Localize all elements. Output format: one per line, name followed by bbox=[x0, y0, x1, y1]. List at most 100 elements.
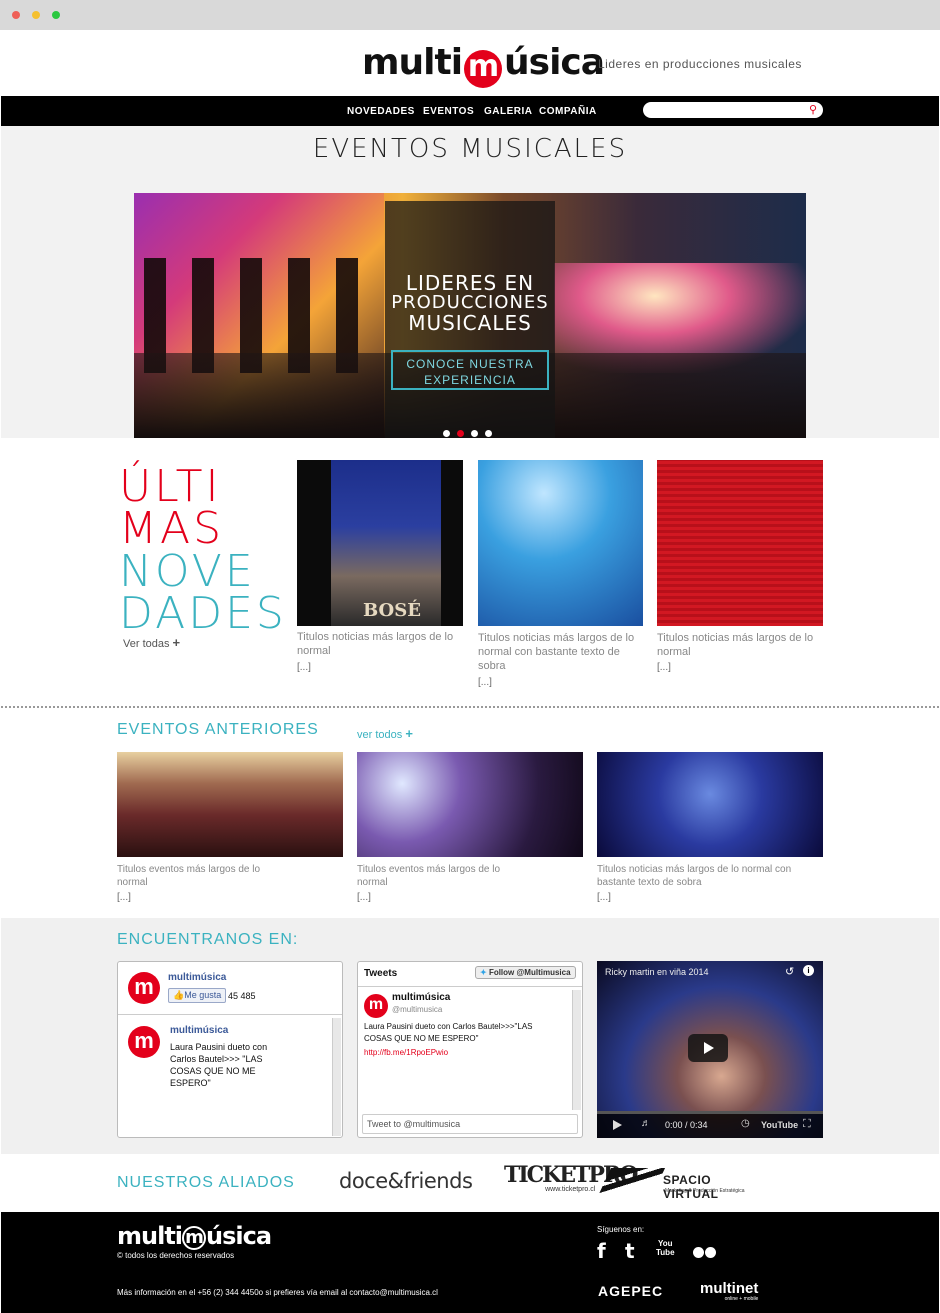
facebook-post-author[interactable]: multimúsica bbox=[170, 1025, 228, 1036]
multinet-name: multinet bbox=[700, 1280, 759, 1297]
follow-us-label: Síguenos en: bbox=[597, 1225, 645, 1234]
slide-dot-1[interactable] bbox=[443, 430, 450, 437]
facebook-like-label: Me gusta bbox=[184, 990, 222, 1000]
logo-text-right: úsica bbox=[504, 42, 605, 83]
spacio-virtual-tagline: Marketing & Producción Estratégica bbox=[665, 1188, 745, 1194]
minimize-window-icon[interactable] bbox=[32, 11, 40, 19]
event-more-1[interactable]: [...] bbox=[117, 892, 131, 903]
flickr-dot-1 bbox=[693, 1247, 704, 1258]
twitter-handle[interactable]: @multimusica bbox=[392, 1005, 442, 1014]
event-caption-2[interactable]: Titulos eventos más largos de lo normal bbox=[357, 863, 507, 889]
see-all-news-link[interactable]: Ver todas + bbox=[123, 635, 180, 650]
video-title[interactable]: Ricky martin en viña 2014 bbox=[605, 967, 709, 977]
news-more-2[interactable]: [...] bbox=[478, 677, 492, 688]
news-caption-2[interactable]: Titulos noticias más largos de lo normal… bbox=[478, 631, 638, 673]
twitter-bird-icon: ✦ bbox=[480, 968, 487, 977]
browser-chrome bbox=[0, 0, 940, 30]
news-heading-line-4: DADES bbox=[119, 588, 287, 639]
footer-logo[interactable]: multi m úsica bbox=[117, 1222, 272, 1250]
facebook-widget: m multimúsica 👍Me gusta 45 485 m multimú… bbox=[117, 961, 343, 1138]
banner-line-2: PRODUCCIONES bbox=[391, 292, 549, 313]
fullscreen-icon[interactable]: ⛶ bbox=[803, 1118, 811, 1131]
event-thumb-3[interactable] bbox=[597, 752, 823, 857]
flickr-icon[interactable] bbox=[693, 1247, 717, 1259]
news-thumb-2[interactable] bbox=[478, 460, 643, 626]
video-time: 0:00 / 0:34 bbox=[665, 1120, 708, 1130]
twitter-divider bbox=[358, 986, 582, 987]
spacio-virtual-name: SPACIO VIRTUAL bbox=[663, 1173, 719, 1201]
footer-logo-left: multi bbox=[117, 1222, 183, 1250]
search-input[interactable]: ⚲ bbox=[643, 102, 823, 118]
news-caption-3[interactable]: Titulos noticias más largos de lo normal bbox=[657, 631, 817, 659]
tagline: Lideres en producciones musicales bbox=[598, 57, 802, 71]
video-player[interactable]: Ricky martin en viña 2014 ↺ i ♬ 0:00 / 0… bbox=[597, 961, 823, 1138]
news-heading-ultimas: ÚLTI MAS bbox=[119, 461, 224, 551]
event-thumb-1[interactable] bbox=[117, 752, 343, 857]
tweet-compose-input[interactable]: Tweet to @multimusica bbox=[362, 1114, 578, 1134]
slide-dot-2[interactable] bbox=[457, 430, 464, 437]
facebook-like-button[interactable]: 👍Me gusta bbox=[168, 988, 227, 1003]
tweet-link[interactable]: http://fb.me/1RpoEPwio bbox=[364, 1048, 448, 1057]
volume-icon[interactable]: ♬ bbox=[641, 1118, 651, 1129]
see-all-events-label: ver todos bbox=[357, 729, 403, 741]
news-more-3[interactable]: [...] bbox=[657, 662, 671, 673]
youtube-logo[interactable]: YouTube bbox=[761, 1120, 798, 1130]
facebook-like-count: 45 485 bbox=[228, 991, 256, 1001]
past-events-title: EVENTOS ANTERIORES bbox=[117, 721, 319, 738]
twitter-follow-button[interactable]: ✦ Follow @Multimusica bbox=[475, 966, 576, 979]
twitter-widget: Tweets ✦ Follow @Multimusica m multimúsi… bbox=[357, 961, 583, 1138]
play-icon bbox=[704, 1042, 714, 1054]
slide-dot-3[interactable] bbox=[471, 430, 478, 437]
news-caption-1[interactable]: Titulos noticias más largos de lo normal bbox=[297, 630, 457, 658]
event-caption-1[interactable]: Titulos eventos más largos de lo normal bbox=[117, 863, 267, 889]
news-thumb-3[interactable] bbox=[657, 460, 823, 626]
play-control-icon[interactable] bbox=[613, 1120, 622, 1130]
event-more-3[interactable]: [...] bbox=[597, 892, 611, 903]
search-icon[interactable]: ⚲ bbox=[809, 103, 817, 116]
partner-spacio-virtual[interactable]: SPACIO VIRTUAL Marketing & Producción Es… bbox=[598, 1166, 765, 1201]
see-all-news-label: Ver todas bbox=[123, 638, 170, 650]
like-thumb-icon: 👍 bbox=[173, 990, 185, 1000]
nav-item-galeria[interactable]: GALERIA bbox=[484, 106, 533, 117]
site-logo[interactable]: multi m úsica bbox=[362, 42, 605, 88]
news-thumb-1[interactable]: BOSÉ bbox=[297, 460, 463, 626]
nav-item-compania[interactable]: COMPAÑIA bbox=[539, 106, 597, 117]
event-more-2[interactable]: [...] bbox=[357, 892, 371, 903]
facebook-page-name[interactable]: multimúsica bbox=[168, 972, 226, 983]
twitter-scrollbar[interactable] bbox=[572, 990, 581, 1110]
twitter-icon[interactable]: t bbox=[625, 1239, 635, 1263]
facebook-avatar: m bbox=[128, 972, 160, 1004]
nav-item-novedades[interactable]: NOVEDADES bbox=[347, 106, 415, 117]
event-thumb-2[interactable] bbox=[357, 752, 583, 857]
nav-item-eventos[interactable]: EVENTOS bbox=[423, 106, 474, 117]
hero-banner[interactable]: LIDERES EN PRODUCCIONES MUSICALES CONOCE… bbox=[134, 193, 806, 438]
news-more-1[interactable]: [...] bbox=[297, 662, 311, 673]
twitter-author[interactable]: multimúsica bbox=[392, 992, 450, 1003]
news-heading-novedades: NOVE DADES bbox=[119, 550, 287, 639]
info-icon[interactable]: i bbox=[803, 965, 814, 976]
page: multi m úsica Lideres en producciones musi… bbox=[1, 30, 939, 1313]
youtube-icon[interactable]: You Tube bbox=[656, 1239, 675, 1257]
multinet-logo[interactable]: multinet online + mobile bbox=[700, 1281, 758, 1302]
maximize-window-icon[interactable] bbox=[52, 11, 60, 19]
facebook-divider bbox=[118, 1014, 342, 1015]
cta-button[interactable]: CONOCE NUESTRA EXPERIENCIA bbox=[391, 350, 549, 390]
partner-doce-friends[interactable]: doce&friends bbox=[339, 1169, 473, 1193]
slide-dot-4[interactable] bbox=[485, 430, 492, 437]
news-heading-line-1: ÚLTI bbox=[119, 461, 222, 512]
clock-icon[interactable]: ◷ bbox=[741, 1118, 750, 1129]
twitter-follow-label: Follow @Multimusica bbox=[488, 968, 571, 977]
event-caption-3[interactable]: Titulos noticias más largos de lo normal… bbox=[597, 863, 807, 889]
flickr-dot-2 bbox=[705, 1247, 716, 1258]
facebook-icon[interactable]: f bbox=[597, 1239, 606, 1263]
banner-overlay: LIDERES EN PRODUCCIONES MUSICALES CONOCE… bbox=[385, 201, 555, 438]
share-icon[interactable]: ↺ bbox=[785, 965, 794, 978]
play-button[interactable] bbox=[688, 1034, 728, 1062]
footer: multi m úsica © todos los derechos reserva… bbox=[1, 1212, 939, 1313]
facebook-scrollbar[interactable] bbox=[332, 1018, 341, 1136]
copyright: © todos los derechos reservados bbox=[117, 1251, 235, 1260]
close-window-icon[interactable] bbox=[12, 11, 20, 19]
agepec-logo[interactable]: AGEPEC bbox=[598, 1283, 663, 1299]
footer-logo-right: úsica bbox=[206, 1222, 272, 1250]
see-all-events-link[interactable]: ver todos + bbox=[357, 726, 413, 741]
